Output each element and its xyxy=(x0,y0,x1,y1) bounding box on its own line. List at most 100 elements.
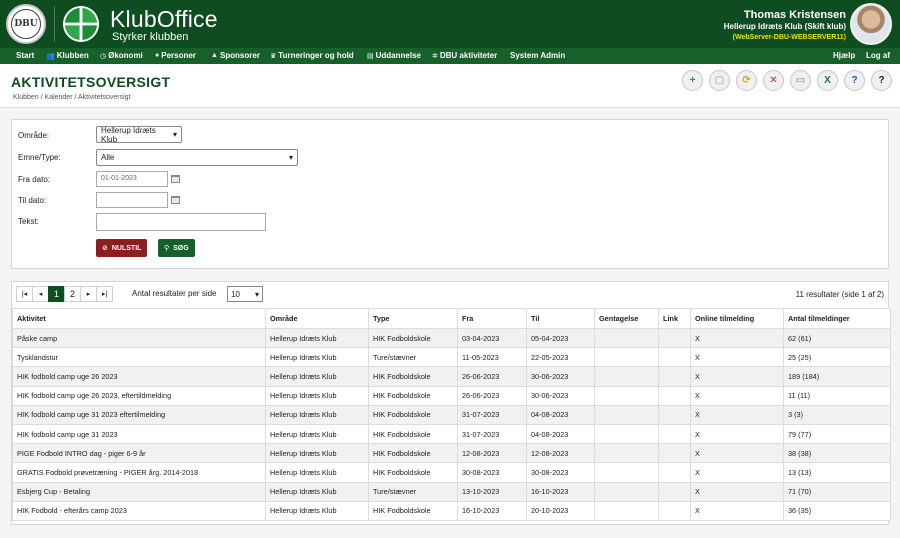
activity-link[interactable]: Esbjerg Cup - Betaling xyxy=(12,481,266,502)
first-page-button[interactable]: |◂ xyxy=(16,286,33,302)
fra-dato-input[interactable]: 01-01-2023 xyxy=(96,171,168,187)
prev-page-button[interactable]: ◂ xyxy=(32,286,49,302)
table-cell: 3 (3) xyxy=(783,404,891,425)
table-cell: Ture/stævner xyxy=(368,347,458,368)
table-cell xyxy=(594,404,659,425)
kluboffice-logo-icon[interactable] xyxy=(62,5,100,43)
nav-sponsorer-label: Sponsorer xyxy=(219,51,260,60)
dbu-logo[interactable]: DBU xyxy=(6,4,46,44)
document-icon: ▢ xyxy=(714,75,725,86)
per-page-value: 10 xyxy=(231,289,240,299)
emne-select[interactable]: Alle ▾ xyxy=(96,149,298,166)
column-header[interactable]: Gentagelse xyxy=(594,308,659,329)
avatar[interactable] xyxy=(850,3,892,45)
table-cell: X xyxy=(690,366,784,387)
nav-klubben[interactable]: 👥 Klubben xyxy=(46,51,89,60)
excel-button[interactable]: X xyxy=(817,70,838,91)
info-button[interactable]: ? xyxy=(844,70,865,91)
nav-start[interactable]: Start xyxy=(16,51,34,60)
table-row[interactable]: HIK fodbold camp uge 26 2023, eftertildm… xyxy=(12,385,891,406)
activity-link[interactable]: HIK Fodbold - efterårs camp 2023 xyxy=(12,500,266,521)
table-cell: X xyxy=(690,443,784,464)
calendar-icon[interactable] xyxy=(171,175,180,183)
table-row[interactable]: PIGE Fodbold INTRO dag - piger 6-9 år Hel… xyxy=(12,443,891,464)
nav-sponsorer[interactable]: ▲ Sponsorer xyxy=(211,51,260,60)
table-row[interactable]: HIK Fodbold - efterårs camp 2023 Hellerup… xyxy=(12,500,891,521)
people-icon: 👥 xyxy=(46,52,55,60)
activity-link[interactable]: HIK fodbold camp uge 31 2023 xyxy=(12,423,266,445)
nav-system-admin[interactable]: System Admin xyxy=(510,51,565,60)
switch-club-link[interactable]: Hellerup Idræts Klub (Skift klub) xyxy=(724,21,846,32)
nav-logout[interactable]: Log af xyxy=(866,51,890,60)
table-cell: 05-04-2023 xyxy=(526,327,595,349)
help-button[interactable]: ? xyxy=(871,70,892,91)
column-header[interactable]: Antal tilmeldinger xyxy=(783,308,891,329)
delete-button[interactable]: ✕ xyxy=(763,70,784,91)
nav-turneringer[interactable]: ♛ Turneringer og hold xyxy=(270,51,354,60)
copy-button[interactable]: ⟳ xyxy=(736,70,757,91)
column-header[interactable]: Online tilmelding xyxy=(690,308,784,329)
calendar-icon[interactable] xyxy=(171,196,180,204)
nav-okonomi[interactable]: ◷ Økonomi xyxy=(100,51,143,60)
table-cell: X xyxy=(690,404,784,425)
print-button[interactable]: ▭ xyxy=(790,70,811,91)
table-cell: 04-08-2023 xyxy=(526,423,595,445)
table-row[interactable]: Tysklandstur Hellerup Idræts Klub Ture/stæ… xyxy=(12,347,891,368)
table-cell: HIK Fodboldskole xyxy=(368,423,458,445)
table-cell: X xyxy=(690,347,784,368)
activity-link[interactable]: Tysklandstur xyxy=(12,347,266,368)
activity-link[interactable]: HIK fodbold camp uge 26 2023, eftertildm… xyxy=(12,385,266,406)
next-page-button[interactable]: ▸ xyxy=(80,286,97,302)
nav-dbu-aktiviteter[interactable]: ✲ DBU aktiviteter xyxy=(432,51,497,60)
activity-link[interactable]: HIK fodbold camp uge 31 2023 eftertilmel… xyxy=(12,404,266,425)
table-cell: X xyxy=(690,327,784,349)
table-cell: 30-08-2023 xyxy=(457,462,527,483)
table-cell: 79 (77) xyxy=(783,423,891,445)
column-header[interactable]: Til xyxy=(526,308,595,329)
delete-icon: ✕ xyxy=(769,75,778,86)
table-row[interactable]: Påske camp Hellerup Idræts Klub HIK Fodbol… xyxy=(12,327,891,349)
table-cell: 16-10-2023 xyxy=(526,481,595,502)
tekst-input[interactable] xyxy=(96,213,266,231)
nav-personer[interactable]: ● Personer xyxy=(155,51,196,60)
document-button[interactable]: ▢ xyxy=(709,70,730,91)
table-cell xyxy=(658,404,691,425)
column-header[interactable]: Område xyxy=(265,308,369,329)
page-2-button[interactable]: 2 xyxy=(64,286,81,302)
omraade-select[interactable]: Hellerup Idræts Klub ▾ xyxy=(96,126,182,144)
til-dato-input[interactable] xyxy=(96,192,168,208)
nav-help[interactable]: Hjælp xyxy=(833,51,855,60)
add-button[interactable]: + xyxy=(682,70,703,91)
reset-button[interactable]: ⊘ NULSTIL xyxy=(96,239,148,257)
results-panel: |◂ ◂ 1 2 ▸ ▸| Antal resultater per side … xyxy=(11,281,891,525)
page-1-button[interactable]: 1 xyxy=(48,286,65,302)
activity-link[interactable]: Påske camp xyxy=(12,327,266,349)
breadcrumb[interactable]: Klubben / Kalender / Aktivitetsoversigt xyxy=(13,94,131,101)
table-cell: 71 (70) xyxy=(783,481,891,502)
table-row[interactable]: Esbjerg Cup - Betaling Hellerup Idræts Kl… xyxy=(12,481,891,502)
column-header[interactable]: Type xyxy=(368,308,458,329)
nav-uddannelse[interactable]: ▤ Uddannelse xyxy=(367,51,421,60)
column-header[interactable]: Link xyxy=(658,308,691,329)
activity-link[interactable]: HIK fodbold camp uge 26 2023 xyxy=(12,366,266,387)
table-row[interactable]: GRATIS Fodbold prøvetræning - PIGER årg.… xyxy=(12,462,891,483)
print-icon: ▭ xyxy=(795,75,806,86)
per-page-select[interactable]: 10 ▾ xyxy=(227,286,263,302)
table-cell xyxy=(594,500,659,521)
table-cell: 62 (61) xyxy=(783,327,891,349)
nav-okonomi-label: Økonomi xyxy=(108,51,143,60)
search-button[interactable]: ⚲ SØG xyxy=(158,239,195,257)
table-cell: HIK Fodboldskole xyxy=(368,366,458,387)
table-row[interactable]: HIK fodbold camp uge 31 2023 eftertilmel… xyxy=(12,404,891,425)
column-header[interactable]: Aktivitet xyxy=(12,308,266,329)
column-header[interactable]: Fra xyxy=(457,308,527,329)
table-row[interactable]: HIK fodbold camp uge 26 2023 Hellerup Idr… xyxy=(12,366,891,387)
last-page-button[interactable]: ▸| xyxy=(96,286,113,302)
table-cell xyxy=(658,500,691,521)
result-count: 11 resultater (side 1 af 2) xyxy=(795,290,884,299)
last-page-icon: ▸| xyxy=(101,291,108,298)
table-cell: 31-07-2023 xyxy=(457,423,527,445)
table-row[interactable]: HIK fodbold camp uge 31 2023 Hellerup Idr… xyxy=(12,423,891,445)
activity-link[interactable]: PIGE Fodbold INTRO dag - piger 6-9 år xyxy=(12,443,266,464)
activity-link[interactable]: GRATIS Fodbold prøvetræning - PIGER årg.… xyxy=(12,462,266,483)
